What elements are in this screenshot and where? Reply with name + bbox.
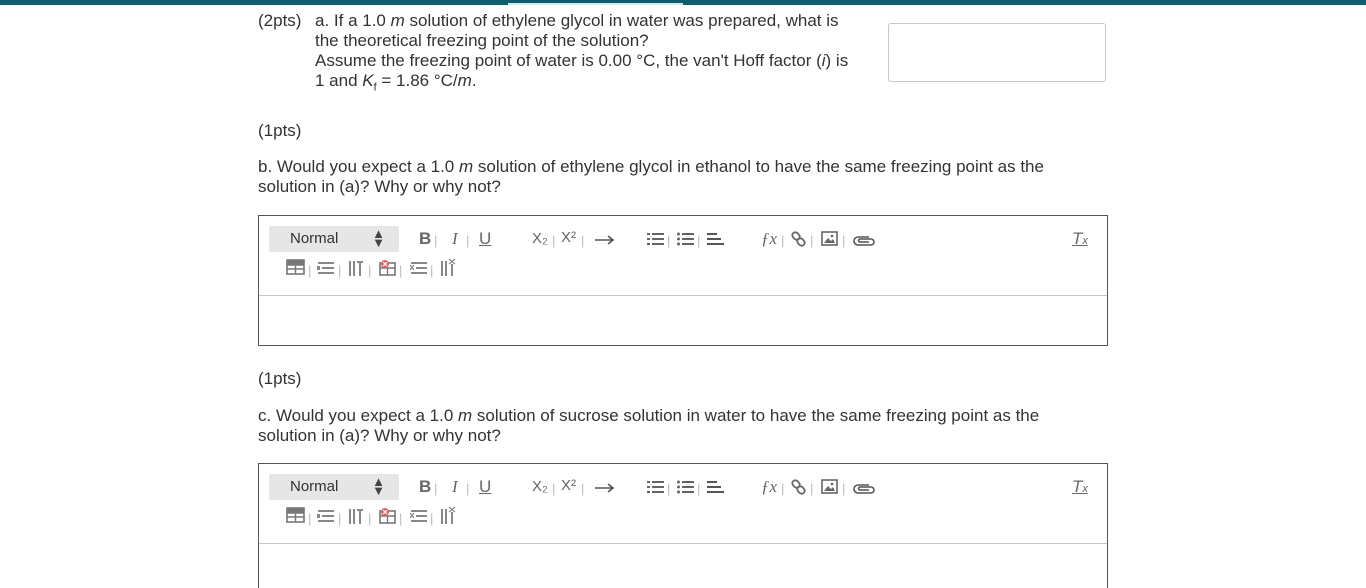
image-icon[interactable] <box>821 479 839 495</box>
table-column-icon[interactable] <box>348 260 364 276</box>
formula-icon[interactable]: ƒx <box>761 477 777 497</box>
toolbar-separator: | <box>810 233 814 248</box>
editor-toolbar: Normal ▲ ▼ B | I | U X₂ | X² | | | ƒx | |… <box>259 216 1107 296</box>
question-a-points: (2pts) <box>258 11 302 30</box>
toolbar-separator: | <box>810 481 814 496</box>
table-icon[interactable] <box>286 507 306 524</box>
toolbar-separator: | <box>430 511 434 526</box>
table-row-delete-icon[interactable] <box>410 508 428 524</box>
table-row-icon[interactable] <box>317 508 335 524</box>
toolbar-separator: | <box>434 481 438 496</box>
format-dropdown[interactable]: Normal ▲ ▼ <box>269 226 399 252</box>
toolbar-separator: | <box>552 481 556 496</box>
clear-format-icon[interactable]: Tx <box>1072 229 1088 251</box>
italic-icon[interactable]: I <box>452 229 458 249</box>
question-a-answer-input[interactable] <box>888 23 1106 82</box>
table-column-delete-icon[interactable] <box>440 507 456 524</box>
format-dropdown[interactable]: Normal ▲ ▼ <box>269 474 399 500</box>
formula-icon[interactable]: ƒx <box>761 229 777 249</box>
question-b-line1: b. Would you expect a 1.0 m solution of … <box>258 157 1044 176</box>
format-dropdown-value: Normal <box>290 478 339 495</box>
toolbar-separator: | <box>368 511 372 526</box>
arrow-right-icon[interactable] <box>594 482 616 494</box>
superscript-icon[interactable]: X² <box>561 476 576 496</box>
question-a-line4: 1 and Kf = 1.86 °C/m. <box>315 71 477 94</box>
toolbar-separator: | <box>697 481 701 496</box>
question-a-line3: Assume the freezing point of water is 0.… <box>315 51 849 70</box>
question-c-line1: c. Would you expect a 1.0 m solution of … <box>258 406 1040 425</box>
format-dropdown-value: Normal <box>290 230 339 247</box>
toolbar-separator: | <box>338 263 342 278</box>
table-column-delete-icon[interactable] <box>440 259 456 276</box>
superscript-icon[interactable]: X² <box>561 228 576 248</box>
toolbar-separator: | <box>581 233 585 248</box>
attach-icon[interactable] <box>852 481 876 495</box>
question-b-editor: Normal ▲ ▼ B | I | U X₂ | X² | | | ƒx | |… <box>258 215 1108 346</box>
bold-icon[interactable]: B <box>419 477 431 497</box>
toolbar-separator: | <box>552 233 556 248</box>
subscript-icon[interactable]: X₂ <box>532 229 548 249</box>
question-c-line2: solution in (a)? Why or why not? <box>258 426 501 445</box>
question-a-line2: the theoretical freezing point of the so… <box>315 31 649 50</box>
question-b-points: (1pts) <box>258 121 302 140</box>
arrow-right-icon[interactable] <box>594 234 616 246</box>
toolbar-separator: | <box>667 233 671 248</box>
table-column-icon[interactable] <box>348 508 364 524</box>
question-a-line1: a. If a 1.0 m solution of ethylene glyco… <box>315 11 839 30</box>
active-tab-indicator <box>508 3 683 5</box>
bulleted-list-icon[interactable] <box>677 479 695 496</box>
toolbar-separator: | <box>781 481 785 496</box>
link-icon[interactable] <box>791 479 807 496</box>
question-b-line2: solution in (a)? Why or why not? <box>258 177 501 196</box>
question-b-answer-area[interactable] <box>259 296 1107 345</box>
dropdown-arrows-icon: ▲ ▼ <box>372 474 385 498</box>
toolbar-separator: | <box>434 233 438 248</box>
bold-icon[interactable]: B <box>419 229 431 249</box>
toolbar-separator: | <box>466 481 470 496</box>
toolbar-separator: | <box>842 233 846 248</box>
toolbar-separator: | <box>308 511 312 526</box>
toolbar-separator: | <box>842 481 846 496</box>
editor-toolbar: Normal ▲ ▼ B | I | U X₂ | X² | | | ƒx | |… <box>259 464 1107 544</box>
table-delete-icon[interactable] <box>379 259 397 276</box>
table-row-delete-icon[interactable] <box>410 260 428 276</box>
question-c-answer-area[interactable] <box>259 544 1107 588</box>
toolbar-separator: | <box>430 263 434 278</box>
toolbar-separator: | <box>466 233 470 248</box>
align-left-icon[interactable] <box>706 231 724 248</box>
toolbar-separator: | <box>399 263 403 278</box>
toolbar-separator: | <box>399 511 403 526</box>
toolbar-separator: | <box>667 481 671 496</box>
toolbar-separator: | <box>781 233 785 248</box>
numbered-list-icon[interactable] <box>647 231 665 248</box>
underline-icon[interactable]: U <box>479 229 491 249</box>
question-c-editor: Normal ▲ ▼ B | I | U X₂ | X² | | | ƒx | |… <box>258 463 1108 588</box>
attach-icon[interactable] <box>852 233 876 247</box>
dropdown-arrows-icon: ▲ ▼ <box>372 226 385 250</box>
bulleted-list-icon[interactable] <box>677 231 695 248</box>
align-left-icon[interactable] <box>706 479 724 496</box>
table-row-icon[interactable] <box>317 260 335 276</box>
underline-icon[interactable]: U <box>479 477 491 497</box>
link-icon[interactable] <box>791 231 807 248</box>
toolbar-separator: | <box>368 263 372 278</box>
top-nav-bar <box>0 0 1366 5</box>
table-icon[interactable] <box>286 259 306 276</box>
toolbar-separator: | <box>581 481 585 496</box>
clear-format-icon[interactable]: Tx <box>1072 477 1088 499</box>
subscript-icon[interactable]: X₂ <box>532 477 548 497</box>
toolbar-separator: | <box>697 233 701 248</box>
table-delete-icon[interactable] <box>379 507 397 524</box>
toolbar-separator: | <box>308 263 312 278</box>
question-c-points: (1pts) <box>258 369 302 388</box>
italic-icon[interactable]: I <box>452 477 458 497</box>
image-icon[interactable] <box>821 231 839 247</box>
numbered-list-icon[interactable] <box>647 479 665 496</box>
toolbar-separator: | <box>338 511 342 526</box>
